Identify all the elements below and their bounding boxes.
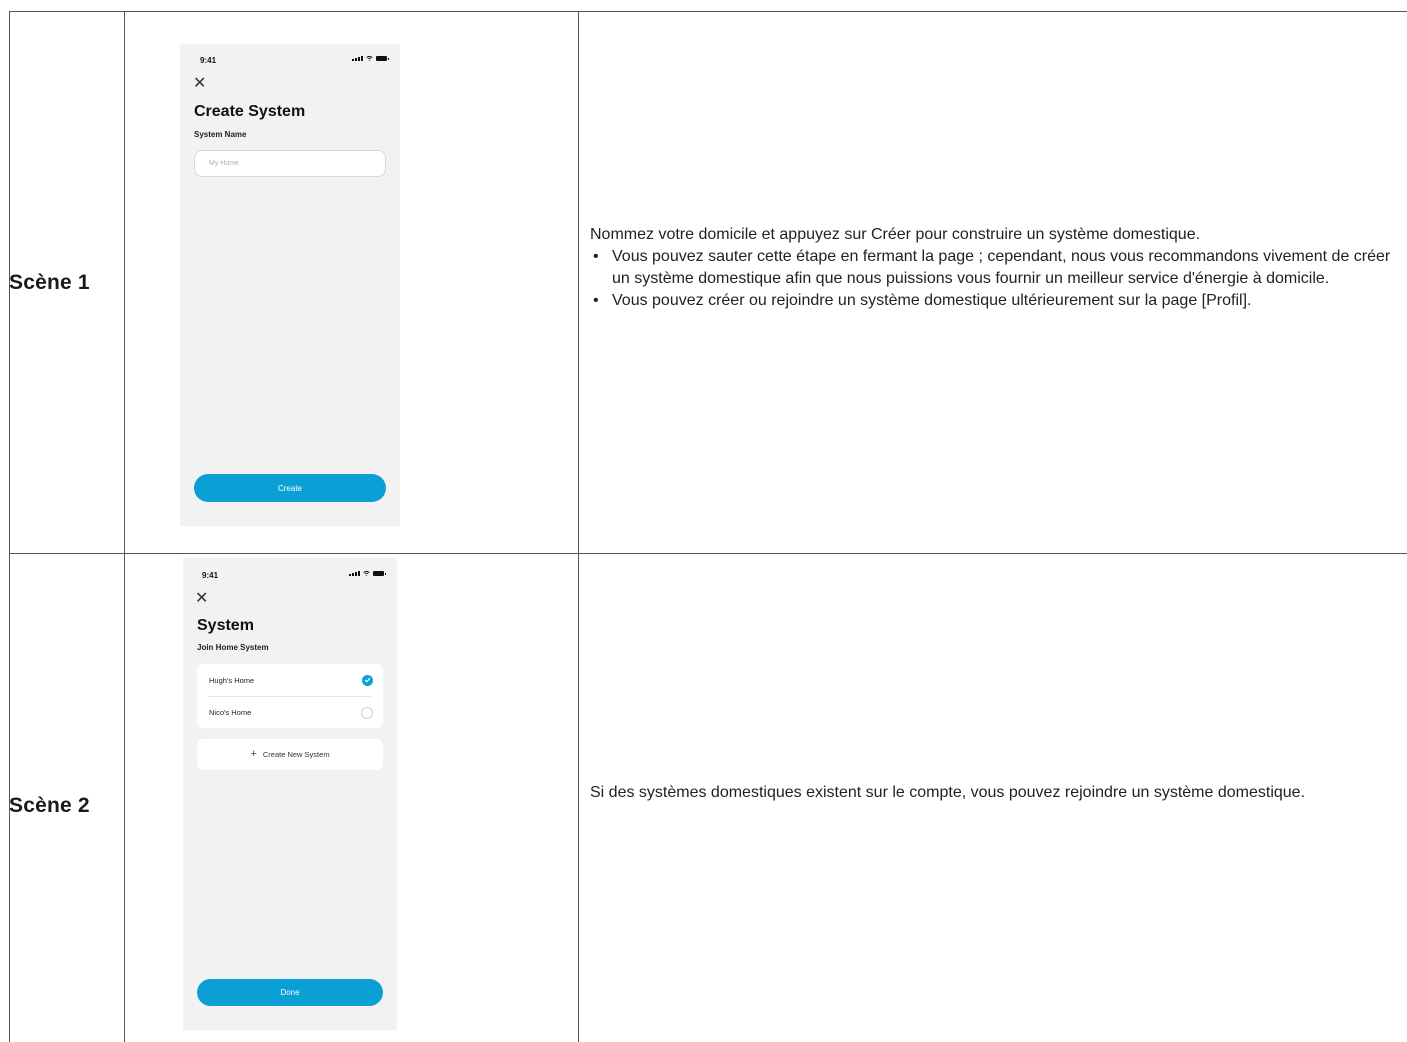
check-icon[interactable] bbox=[362, 674, 373, 686]
battery-icon bbox=[373, 571, 386, 576]
scene-2-description: Si des systèmes domestiques existent sur… bbox=[590, 782, 1380, 804]
scene-1-phone-mockup: 9:41 ✕ Create System System Name My Home… bbox=[180, 44, 400, 526]
row-divider bbox=[9, 553, 1407, 554]
signal-icon bbox=[352, 56, 363, 61]
plus-icon: + bbox=[250, 748, 257, 760]
table-left-border bbox=[9, 11, 10, 1042]
status-icons bbox=[352, 55, 389, 61]
battery-icon bbox=[376, 56, 389, 61]
scene-1-bullet-2: Vous pouvez créer ou rejoindre un systèm… bbox=[590, 290, 1400, 312]
status-icons bbox=[349, 570, 386, 576]
scene-2-intro: Si des systèmes domestiques existent sur… bbox=[590, 784, 1306, 801]
wifi-icon bbox=[366, 55, 373, 61]
scene-1-description: Nommez votre domicile et appuyez sur Cré… bbox=[590, 224, 1400, 312]
table-top-border bbox=[9, 11, 1407, 12]
system-name-label: System Name bbox=[194, 130, 247, 139]
status-time: 9:41 bbox=[202, 571, 219, 580]
list-item-label: Hugh's Home bbox=[209, 675, 255, 685]
status-time: 9:41 bbox=[200, 56, 217, 65]
scene-1-bullets: Vous pouvez sauter cette étape en ferman… bbox=[590, 246, 1400, 312]
scene-1-label: Scène 1 bbox=[9, 271, 90, 294]
create-button[interactable]: Create bbox=[194, 474, 386, 502]
scene-2-phone-mockup: 9:41 ✕ System Join Home System Hugh's Ho… bbox=[183, 558, 397, 1030]
create-new-system-button[interactable]: + Create New System bbox=[197, 739, 383, 770]
system-name-input[interactable]: My Home bbox=[194, 150, 386, 177]
scene-2-label: Scène 2 bbox=[9, 794, 90, 817]
close-icon[interactable]: ✕ bbox=[195, 591, 208, 607]
list-item-label: Nico's Home bbox=[209, 708, 252, 717]
scene-1-intro: Nommez votre domicile et appuyez sur Cré… bbox=[590, 226, 1201, 243]
scene-1-bullet-1: Vous pouvez sauter cette étape en ferman… bbox=[590, 246, 1402, 290]
systems-list: Hugh's Home Nico's Home bbox=[197, 664, 383, 728]
close-icon[interactable]: ✕ bbox=[193, 76, 206, 92]
screen-title: System bbox=[197, 617, 254, 634]
screen-title: Create System bbox=[194, 103, 306, 120]
radio-unchecked-icon[interactable] bbox=[361, 706, 373, 719]
done-button[interactable]: Done bbox=[197, 979, 383, 1006]
column-divider-2 bbox=[578, 11, 579, 1042]
column-divider-1 bbox=[124, 11, 125, 1042]
join-home-system-label: Join Home System bbox=[197, 643, 269, 652]
signal-icon bbox=[349, 571, 360, 576]
create-new-system-label: Create New System bbox=[262, 750, 330, 759]
list-item-hughs-home[interactable]: Hugh's Home bbox=[197, 664, 383, 696]
wifi-icon bbox=[363, 570, 370, 576]
list-item-nicos-home[interactable]: Nico's Home bbox=[197, 697, 383, 728]
